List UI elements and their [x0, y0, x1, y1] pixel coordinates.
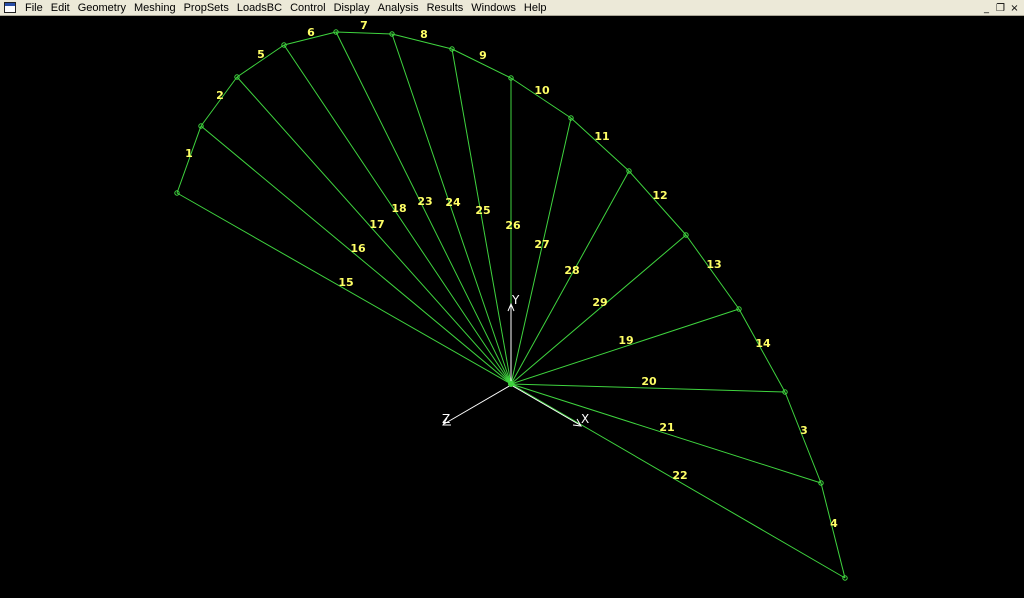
radial-line-29[interactable] [510, 234, 687, 385]
center-node[interactable] [508, 381, 514, 387]
coordinate-axes: Y X Z [442, 293, 589, 427]
restore-icon[interactable]: ❐ [995, 3, 1006, 14]
radial-line-24[interactable] [391, 33, 512, 385]
menu-display[interactable]: Display [330, 0, 374, 16]
arc-line-11[interactable] [570, 117, 630, 172]
main-menu: File Edit Geometry Meshing PropSets Load… [21, 0, 551, 16]
arc-line-label-1: 1 [185, 147, 193, 160]
radial-line-label-19: 19 [618, 334, 633, 347]
menu-edit[interactable]: Edit [47, 0, 74, 16]
arc-line-13[interactable] [685, 234, 740, 310]
arc-line-label-7: 7 [360, 19, 368, 32]
menu-file[interactable]: File [21, 0, 47, 16]
x-axis-label: X [581, 412, 589, 426]
arc-line-label-11: 11 [594, 130, 609, 143]
menu-meshing[interactable]: Meshing [130, 0, 180, 16]
menu-results[interactable]: Results [423, 0, 468, 16]
arc-line-label-14: 14 [755, 337, 771, 350]
radial-line-label-22: 22 [672, 469, 687, 482]
radial-line-label-28: 28 [564, 264, 579, 277]
menu-control[interactable]: Control [286, 0, 329, 16]
arc-line-label-12: 12 [652, 189, 667, 202]
radial-line-label-29: 29 [592, 296, 607, 309]
arc-line-label-4: 4 [830, 517, 838, 530]
z-axis-line [443, 384, 512, 425]
radial-line-label-23: 23 [417, 195, 432, 208]
arc-line-label-6: 6 [307, 26, 315, 39]
menu-windows[interactable]: Windows [467, 0, 520, 16]
radial-line-label-15: 15 [338, 276, 353, 289]
menu-loadsbc[interactable]: LoadsBC [233, 0, 286, 16]
menu-bar: File Edit Geometry Meshing PropSets Load… [0, 0, 1024, 16]
y-axis-label: Y [511, 293, 520, 307]
radial-line-label-26: 26 [505, 219, 521, 232]
labels-layer: 12567891011121314341516171823 24252627282… [185, 19, 838, 530]
radial-line-label-24: 24 [445, 196, 461, 209]
radial-line-16[interactable] [200, 125, 512, 385]
arc-line-3[interactable] [784, 391, 822, 484]
radial-line-label-21: 21 [659, 421, 674, 434]
radial-line-label-16: 16 [350, 242, 366, 255]
arc-line-14[interactable] [738, 308, 786, 393]
radial-line-label-20: 20 [641, 375, 657, 388]
graphics-viewport[interactable]: Y X Z 1 2 5 6 7 8 9 10 11 12 13 14 3 4 15 16 17 18 23 24 25 2… [0, 16, 1024, 593]
menu-geometry[interactable]: Geometry [74, 0, 130, 16]
radial-line-label-25: 25 [475, 204, 490, 217]
radial-line-28[interactable] [510, 170, 630, 385]
menu-analysis[interactable]: Analysis [374, 0, 423, 16]
arc-line-label-3: 3 [800, 424, 808, 437]
window-app-icon[interactable] [4, 2, 16, 13]
x-axis-line [510, 384, 581, 426]
radial-line-label-18: 18 [391, 202, 406, 215]
model-canvas[interactable]: Y X Z 12567891011121314341516171823 24252… [0, 16, 1024, 593]
menu-propsets[interactable]: PropSets [180, 0, 233, 16]
radial-line-label-27: 27 [534, 238, 549, 251]
arc-line-7[interactable] [335, 31, 393, 35]
window-controls: _ ❐ × [981, 0, 1020, 16]
arc-line-label-8: 8 [420, 28, 428, 41]
menu-help[interactable]: Help [520, 0, 551, 16]
z-axis-label: Z [442, 412, 450, 426]
arc-line-label-10: 10 [534, 84, 550, 97]
radial-line-27[interactable] [510, 117, 572, 385]
arc-line-4[interactable] [820, 482, 846, 579]
arc-line-label-13: 13 [706, 258, 721, 271]
arc-line-label-2: 2 [216, 89, 224, 102]
arc-line-label-9: 9 [479, 49, 487, 62]
arc-line-label-5: 5 [257, 48, 265, 61]
arc-line-12[interactable] [628, 170, 687, 236]
minimize-icon[interactable]: _ [981, 3, 992, 14]
close-icon[interactable]: × [1009, 3, 1020, 14]
radial-line-label-17: 17 [369, 218, 384, 231]
